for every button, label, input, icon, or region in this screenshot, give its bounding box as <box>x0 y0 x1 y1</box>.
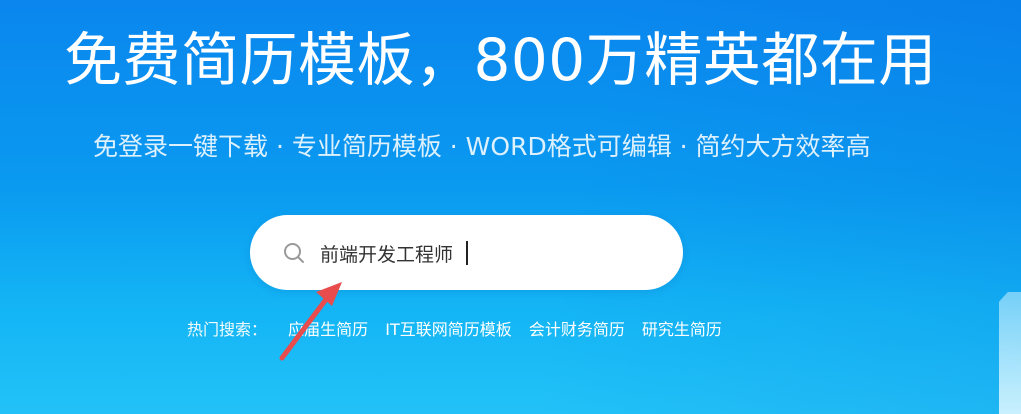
headline: 免费简历模板，800万精英都在用 <box>64 26 937 94</box>
subheadline: 免登录一键下载 · 专业简历模板 · WORD格式可编辑 · 简约大方效率高 <box>93 132 871 161</box>
decorative-shape <box>999 292 1021 414</box>
hero-banner: 免费简历模板，800万精英都在用 免登录一键下载 · 专业简历模板 · WORD… <box>0 0 1021 414</box>
search-icon[interactable] <box>283 242 305 264</box>
text-caret <box>466 241 468 265</box>
hot-search-item-accounting[interactable]: 会计财务简历 <box>529 318 625 342</box>
hot-search-label: 热门搜索： <box>187 320 268 339</box>
hot-search-item-it-internet[interactable]: IT互联网简历模板 <box>385 318 512 342</box>
hot-search-item-graduate-student[interactable]: 研究生简历 <box>642 318 722 342</box>
search-input[interactable] <box>320 233 650 273</box>
red-arrow-icon <box>279 282 342 361</box>
